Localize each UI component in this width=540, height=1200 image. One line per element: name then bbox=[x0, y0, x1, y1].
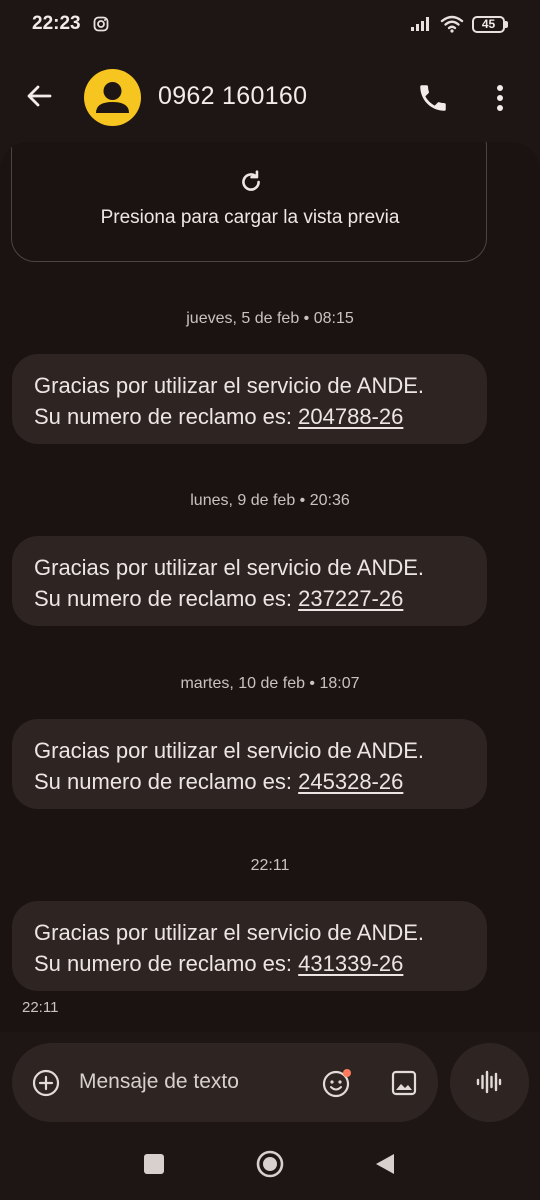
message-bubble[interactable]: Gracias por utilizar el servicio de ANDE… bbox=[12, 354, 487, 444]
claim-number-link[interactable]: 245328-26 bbox=[298, 769, 403, 794]
voice-message-button[interactable] bbox=[450, 1043, 529, 1122]
message-bubble[interactable]: Gracias por utilizar el servicio de ANDE… bbox=[12, 901, 487, 991]
instagram-icon bbox=[93, 16, 109, 32]
wifi-icon bbox=[440, 15, 464, 33]
message-line: Su numero de reclamo es: 204788-26 bbox=[34, 404, 404, 429]
message-line: Gracias por utilizar el servicio de ANDE… bbox=[34, 738, 425, 763]
message-line: Su numero de reclamo es: 431339-26 bbox=[34, 951, 404, 976]
message-date: jueves, 5 de feb • 08:15 bbox=[186, 310, 354, 327]
link-preview-card[interactable]: Presiona para cargar la vista previa bbox=[11, 142, 487, 262]
system-nav-bar bbox=[0, 1130, 540, 1200]
status-bar: 22:23 45 bbox=[0, 0, 540, 48]
status-time: 22:23 bbox=[32, 13, 81, 34]
claim-number-link[interactable]: 204788-26 bbox=[298, 404, 403, 429]
message-line: Gracias por utilizar el servicio de ANDE… bbox=[34, 373, 425, 398]
voice-icon bbox=[476, 1070, 502, 1094]
contact-avatar[interactable] bbox=[84, 69, 141, 126]
nav-back-button[interactable] bbox=[374, 1152, 396, 1176]
message-line: Su numero de reclamo es: 237227-26 bbox=[34, 586, 404, 611]
top-app-bar: 0962 160160 bbox=[0, 56, 540, 140]
home-button[interactable] bbox=[256, 1150, 284, 1178]
message-date: 22:11 bbox=[250, 857, 290, 874]
emoji-icon[interactable] bbox=[321, 1067, 353, 1099]
message-bubble[interactable]: Gracias por utilizar el servicio de ANDE… bbox=[12, 719, 487, 809]
message-line: Gracias por utilizar el servicio de ANDE… bbox=[34, 555, 425, 580]
claim-number-link[interactable]: 237227-26 bbox=[298, 586, 403, 611]
signal-icon bbox=[411, 17, 429, 31]
contact-name[interactable]: 0962 160160 bbox=[158, 82, 307, 111]
image-icon[interactable] bbox=[390, 1069, 418, 1097]
message-date: martes, 10 de feb • 18:07 bbox=[180, 675, 360, 692]
conversation-list[interactable]: Presiona para cargar la vista previa jue… bbox=[0, 142, 540, 1032]
phone-icon[interactable] bbox=[416, 81, 450, 115]
person-icon bbox=[96, 82, 129, 113]
message-line: Su numero de reclamo es: 245328-26 bbox=[34, 769, 404, 794]
battery-level: 45 bbox=[472, 15, 505, 33]
claim-number-link[interactable]: 431339-26 bbox=[298, 951, 403, 976]
message-date: lunes, 9 de feb • 20:36 bbox=[190, 492, 350, 509]
notification-dot bbox=[343, 1069, 351, 1077]
add-icon[interactable] bbox=[32, 1069, 60, 1097]
refresh-icon bbox=[242, 170, 260, 191]
back-arrow-icon[interactable] bbox=[22, 78, 58, 114]
message-time: 22:11 bbox=[22, 999, 59, 1016]
battery-icon: 45 bbox=[472, 15, 508, 33]
message-line: Gracias por utilizar el servicio de ANDE… bbox=[34, 920, 425, 945]
message-input[interactable]: Mensaje de texto bbox=[79, 1070, 239, 1094]
more-vert-icon[interactable] bbox=[488, 80, 512, 116]
message-bubble[interactable]: Gracias por utilizar el servicio de ANDE… bbox=[12, 536, 487, 626]
compose-bar: Mensaje de texto bbox=[12, 1043, 438, 1122]
preview-load-text: Presiona para cargar la vista previa bbox=[100, 207, 400, 228]
recents-button[interactable] bbox=[144, 1154, 164, 1174]
